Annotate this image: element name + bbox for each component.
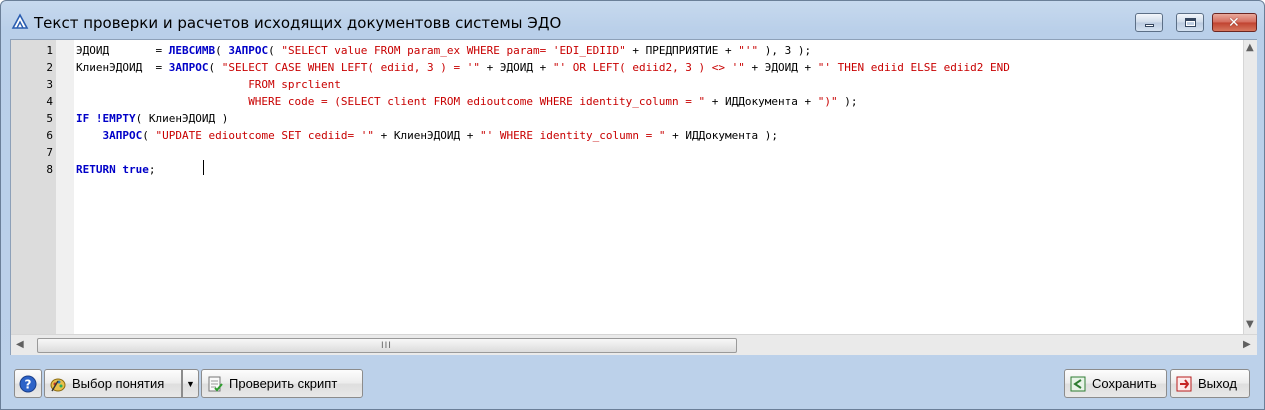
code-token: КлиенЭДОИД = bbox=[76, 61, 169, 74]
scroll-left-icon[interactable]: ◀ bbox=[16, 339, 24, 350]
code-editor[interactable]: 12345678 ЭДОИД = ЛЕВСИМВ( ЗАПРОС( "SELEC… bbox=[10, 39, 1257, 355]
code-token: ")" bbox=[817, 95, 838, 108]
code-token: "' WHERE identity_column = " bbox=[480, 129, 666, 142]
code-token: "'" bbox=[738, 44, 759, 57]
code-token: ( КлиенЭДОИД ) bbox=[135, 112, 229, 125]
exit-icon bbox=[1176, 376, 1192, 391]
code-line[interactable]: FROM sprclient bbox=[76, 76, 341, 93]
line-number: 7 bbox=[46, 146, 53, 159]
code-line[interactable]: RETURN true; bbox=[76, 161, 155, 178]
line-number: 1 bbox=[46, 44, 53, 57]
horizontal-scroll-thumb[interactable]: III bbox=[37, 338, 737, 353]
code-token: IF ! bbox=[76, 112, 103, 125]
line-number-gutter: 1 2 3 4 5 6 7 8 bbox=[11, 40, 56, 334]
svg-text:?: ? bbox=[25, 377, 32, 391]
code-line[interactable]: ЗАПРОС( "UPDATE edioutcome SET cediid= '… bbox=[76, 127, 779, 144]
exit-label: Выход bbox=[1198, 376, 1237, 391]
exit-button[interactable]: Выход bbox=[1170, 369, 1250, 398]
code-line[interactable]: IF !EMPTY( КлиенЭДОИД ) bbox=[76, 110, 228, 127]
help-icon: ? bbox=[19, 375, 37, 392]
check-script-label: Проверить скрипт bbox=[229, 376, 338, 391]
vertical-scrollbar[interactable]: ▲ ▼ bbox=[1243, 40, 1257, 334]
code-token: + КлиенЭДОИД + bbox=[374, 129, 481, 142]
line-number: 3 bbox=[46, 78, 53, 91]
code-token: ( bbox=[268, 44, 282, 57]
help-button[interactable]: ? bbox=[14, 369, 42, 398]
line-number: 2 bbox=[46, 61, 53, 74]
code-token: ( bbox=[215, 44, 229, 57]
bottom-toolbar: ? Выбор понятия ▼ Проверить скрипт Сохра… bbox=[1, 361, 1264, 409]
code-token: + ЭДОИД + bbox=[744, 61, 818, 74]
horizontal-scrollbar[interactable]: ◀ III ▶ bbox=[11, 334, 1257, 355]
line-number: 6 bbox=[46, 129, 53, 142]
line-number: 4 bbox=[46, 95, 53, 108]
save-button[interactable]: Сохранить bbox=[1064, 369, 1167, 398]
code-token: + ИДДокумента ); bbox=[665, 129, 779, 142]
minimize-icon bbox=[1145, 24, 1154, 27]
code-token: WHERE code = (SELECT client FROM edioutc… bbox=[248, 95, 706, 108]
script-editor-window: Текст проверки и расчетов исходящих доку… bbox=[0, 0, 1265, 410]
code-token: "SELECT CASE WHEN LEFT( ediid, 3 ) = '" bbox=[221, 61, 480, 74]
code-token: + ЭДОИД + bbox=[480, 61, 553, 74]
code-token: + ИДДокумента + bbox=[705, 95, 818, 108]
scroll-right-icon[interactable]: ▶ bbox=[1243, 339, 1251, 350]
save-label: Сохранить bbox=[1092, 376, 1157, 391]
window-title: Текст проверки и расчетов исходящих доку… bbox=[34, 14, 562, 32]
app-logo-icon bbox=[11, 13, 29, 29]
check-script-button[interactable]: Проверить скрипт bbox=[201, 369, 363, 398]
code-line[interactable]: ЭДОИД = ЛЕВСИМВ( ЗАПРОС( "SELECT value F… bbox=[76, 42, 811, 59]
select-concept-label: Выбор понятия bbox=[72, 376, 165, 391]
code-token: "' OR LEFT( ediid2, 3 ) <> '" bbox=[552, 61, 745, 74]
code-token: ; bbox=[148, 163, 156, 176]
scroll-grip-icon: III bbox=[381, 341, 392, 351]
code-token: ЭДОИД = bbox=[76, 44, 169, 57]
maximize-button[interactable] bbox=[1176, 13, 1204, 32]
code-token: "SELECT value FROM param_ex WHERE param=… bbox=[281, 44, 626, 57]
code-token: ); bbox=[837, 95, 858, 108]
code-token: ), 3 ); bbox=[758, 44, 812, 57]
maximize-icon bbox=[1185, 18, 1196, 27]
save-icon bbox=[1070, 376, 1086, 391]
select-concept-dropdown[interactable]: ▼ bbox=[182, 369, 199, 398]
gutter-margin bbox=[56, 40, 74, 334]
concept-icon bbox=[50, 378, 66, 391]
close-icon: ✕ bbox=[1228, 15, 1240, 31]
line-number: 8 bbox=[46, 163, 53, 176]
code-token: ( bbox=[208, 61, 222, 74]
check-script-icon bbox=[208, 376, 223, 391]
code-token: ЗАПРОС bbox=[102, 129, 143, 142]
code-token: ЗАПРОС bbox=[168, 61, 209, 74]
code-token: "UPDATE edioutcome SET cediid= '" bbox=[155, 129, 375, 142]
select-concept-button[interactable]: Выбор понятия bbox=[44, 369, 182, 398]
minimize-button[interactable] bbox=[1135, 13, 1163, 32]
code-token: EMPTY bbox=[102, 112, 136, 125]
code-line[interactable]: КлиенЭДОИД = ЗАПРОС( "SELECT CASE WHEN L… bbox=[76, 59, 1010, 76]
code-token: "' THEN ediid ELSE ediid2 END bbox=[817, 61, 1010, 74]
line-number: 5 bbox=[46, 112, 53, 125]
code-token: ЗАПРОС bbox=[228, 44, 269, 57]
code-token: ( bbox=[142, 129, 156, 142]
close-button[interactable]: ✕ bbox=[1212, 13, 1257, 32]
code-line[interactable]: WHERE code = (SELECT client FROM edioutc… bbox=[76, 93, 858, 110]
text-caret bbox=[203, 160, 204, 175]
code-token: FROM sprclient bbox=[248, 78, 341, 91]
code-token: ЛЕВСИМВ bbox=[168, 44, 216, 57]
code-token: + ПРЕДПРИЯТИЕ + bbox=[625, 44, 739, 57]
chevron-down-icon: ▼ bbox=[186, 378, 195, 389]
code-token: RETURN true bbox=[76, 163, 149, 176]
title-bar[interactable]: Текст проверки и расчетов исходящих доку… bbox=[1, 1, 1264, 37]
scroll-down-icon[interactable]: ▼ bbox=[1246, 319, 1254, 330]
scroll-up-icon[interactable]: ▲ bbox=[1246, 42, 1254, 53]
